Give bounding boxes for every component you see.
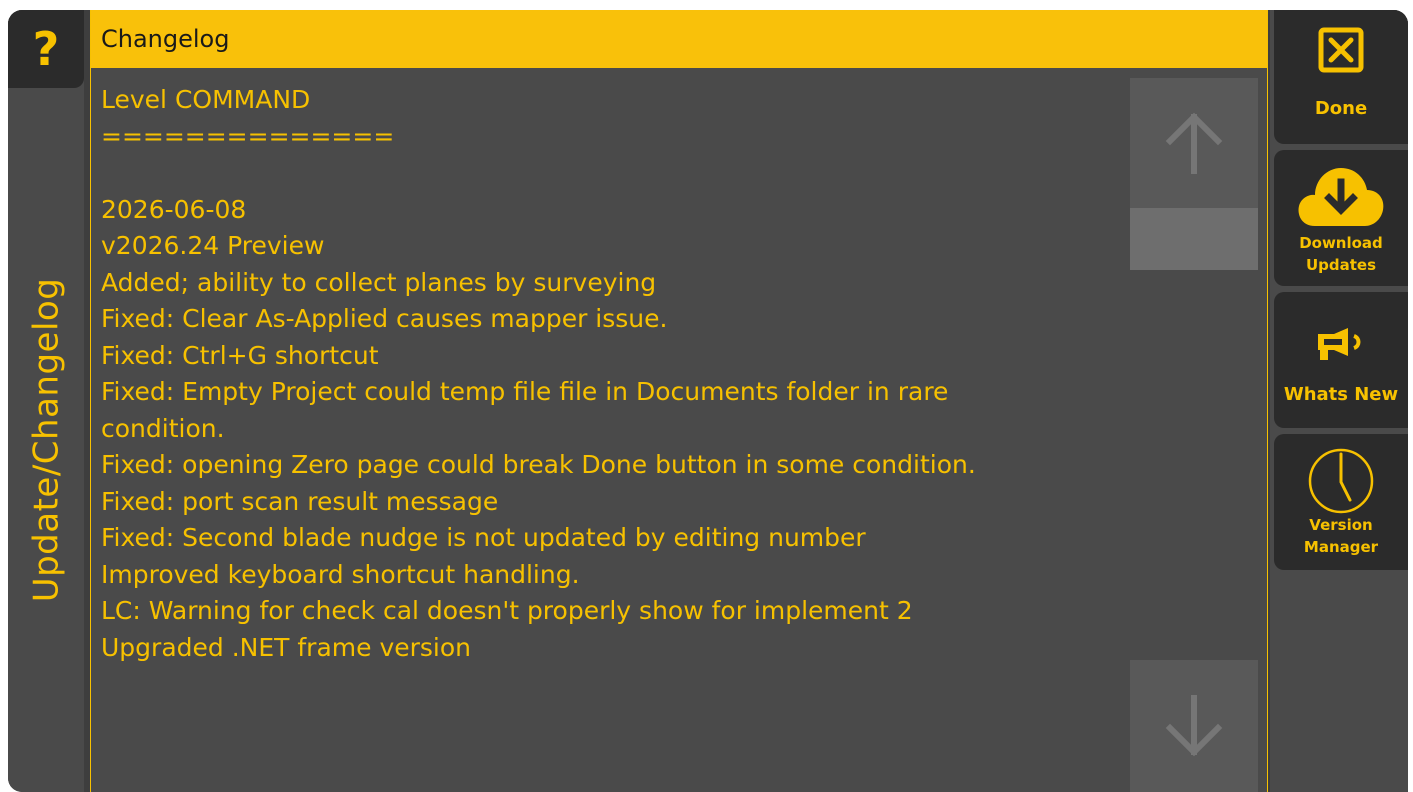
megaphone-icon <box>1274 326 1408 362</box>
version-manager-button[interactable]: Version Manager <box>1274 434 1408 570</box>
done-label: Done <box>1314 98 1368 119</box>
app-window: ? Update/Changelog Changelog Level COMMA… <box>8 10 1408 792</box>
page-title: Update/Changelog <box>26 277 66 603</box>
changelog-line: Fixed: Ctrl+G shortcut <box>101 340 379 370</box>
download-label-line2: Updates <box>1305 256 1377 274</box>
changelog-line: Fixed: Second blade nudge is not updated… <box>101 523 866 552</box>
rail-title-container: Update/Changelog <box>8 88 84 792</box>
changelog-line: Improved keyboard shortcut handling. <box>101 559 580 589</box>
changelog-line: Fixed: Empty Project could temp file fil… <box>101 377 949 406</box>
changelog-line: Fixed: Clear As-Applied causes mapper is… <box>101 304 668 333</box>
download-label-line1: Download <box>1299 234 1383 252</box>
changelog-line: Level COMMAND <box>101 85 311 114</box>
help-button[interactable]: ? <box>8 10 84 88</box>
left-rail: ? Update/Changelog <box>8 10 84 792</box>
version-label-line1: Version <box>1309 516 1373 534</box>
changelog-line: Upgraded .NET frame version <box>101 632 472 662</box>
scroll-thumb[interactable] <box>1130 208 1258 270</box>
whats-new-label: Whats New <box>1283 384 1399 405</box>
cloud-download-icon <box>1274 164 1408 228</box>
question-icon: ? <box>32 22 60 76</box>
scroll-down-button[interactable] <box>1130 660 1258 792</box>
changelog-panel: Changelog Level COMMAND ============== 202… <box>90 10 1268 792</box>
close-box-icon <box>1274 26 1408 74</box>
arrow-up-icon <box>1165 112 1223 174</box>
changelog-line: Added; ability to collect planes by surv… <box>101 267 657 297</box>
clock-icon <box>1274 446 1408 516</box>
done-button[interactable]: Done <box>1274 10 1408 144</box>
whats-new-button[interactable]: Whats New <box>1274 292 1408 428</box>
changelog-line: ============== <box>101 121 395 151</box>
changelog-header: Changelog <box>91 10 1267 68</box>
changelog-line: v2026.24 Preview <box>101 231 325 260</box>
right-sidebar: Done Download Updates Whats New Version … <box>1270 10 1408 792</box>
scroll-up-button[interactable] <box>1130 78 1258 208</box>
version-label-line2: Manager <box>1303 538 1379 556</box>
changelog-line: Fixed: port scan result message <box>101 486 499 516</box>
changelog-line <box>101 155 1121 192</box>
changelog-text: Level COMMAND ============== 2026-06-08 v20… <box>101 82 1121 666</box>
changelog-line: Fixed: opening Zero page could break Don… <box>101 450 976 479</box>
changelog-line: 2026-06-08 <box>101 194 247 224</box>
arrow-down-icon <box>1165 695 1223 757</box>
download-updates-button[interactable]: Download Updates <box>1274 150 1408 286</box>
changelog-line: condition. <box>101 413 225 443</box>
changelog-line: LC: Warning for check cal doesn't proper… <box>101 596 913 625</box>
